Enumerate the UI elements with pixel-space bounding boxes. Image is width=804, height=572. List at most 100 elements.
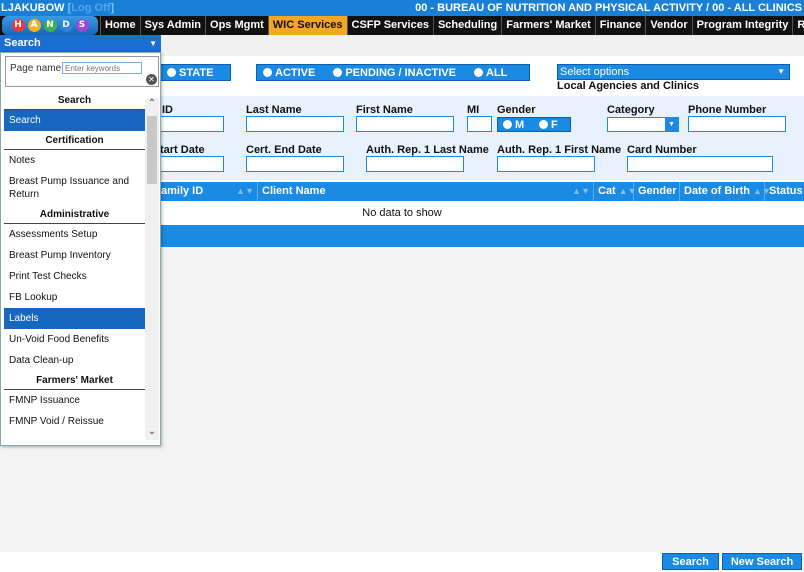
- dropdown-page-item[interactable]: FB Lookup: [4, 287, 145, 308]
- chevron-up-icon[interactable]: ⌃: [145, 98, 159, 112]
- user-info: LJAKUBOW [Log Off]: [1, 0, 114, 16]
- page-search-dropdown-toggle[interactable]: Search ▼: [0, 35, 161, 52]
- main-nav: H A N D S Home Sys Admin Ops Mgmt WIC Servi…: [0, 16, 804, 35]
- status-active-option[interactable]: ACTIVE: [257, 67, 315, 79]
- sort-icon: ▲▼: [572, 186, 590, 196]
- sort-icon: ▲▼: [236, 186, 254, 196]
- dropdown-page-item[interactable]: Search: [4, 110, 145, 131]
- dropdown-page-item[interactable]: Labels: [4, 308, 145, 329]
- logo-letter: D: [59, 19, 73, 32]
- nav-finance[interactable]: Finance: [594, 16, 646, 35]
- dropdown-page-item[interactable]: FMNP Void / Reissue: [4, 411, 145, 432]
- nav-home[interactable]: Home: [100, 16, 140, 35]
- menu-bar: Home Sys Admin Ops Mgmt WIC Services CSFP Se…: [100, 16, 804, 35]
- status-pending-option[interactable]: PENDING / INACTIVE: [327, 67, 456, 79]
- dropdown-scrollbar[interactable]: ⌃ ⌄: [145, 98, 159, 440]
- column-label: Status: [769, 185, 803, 197]
- status-toggle: ACTIVE PENDING / INACTIVE ALL: [256, 64, 530, 81]
- mi-input[interactable]: [467, 116, 492, 132]
- select-options-label: Select options: [560, 66, 630, 78]
- mi-label: MI: [467, 104, 480, 116]
- last-name-input[interactable]: [246, 116, 344, 132]
- auth-rep-first-input[interactable]: [497, 156, 595, 172]
- radio-icon: [333, 68, 343, 77]
- category-select[interactable]: ▼: [607, 117, 679, 132]
- dropdown-page-item[interactable]: Data Clean-up: [4, 350, 145, 371]
- page: LJAKUBOW [Log Off] 00 - BUREAU OF NUTRIT…: [0, 0, 804, 572]
- first-name-input[interactable]: [356, 116, 454, 132]
- dropdown-page-item[interactable]: Print Test Checks: [4, 266, 145, 287]
- clear-icon[interactable]: ✕: [146, 74, 157, 85]
- id-label: ID: [162, 104, 173, 116]
- id-input[interactable]: [160, 116, 224, 132]
- logo-letter: S: [75, 19, 89, 32]
- column-label: Client Name: [262, 185, 326, 197]
- page-name-input[interactable]: [62, 62, 142, 74]
- nav-reports[interactable]: Reports: [792, 16, 804, 35]
- scrollbar-thumb[interactable]: [147, 116, 157, 184]
- column-status[interactable]: Status: [764, 182, 804, 201]
- username: LJAKUBOW: [1, 2, 65, 14]
- radio-icon: [167, 68, 176, 77]
- dropdown-page-item[interactable]: Breast Pump Inventory: [4, 245, 145, 266]
- gender-f-label: F: [551, 118, 558, 131]
- column-gender[interactable]: Gender: [633, 182, 680, 201]
- dropdown-page-item[interactable]: Breast Pump Issuance and Return: [4, 171, 145, 205]
- column-date-of-birth[interactable]: Date of Birth ▲▼: [679, 182, 771, 201]
- dropdown-section-header: Certification: [4, 131, 145, 150]
- chevron-down-icon: ▼: [149, 39, 157, 48]
- status-pending-label: PENDING / INACTIVE: [345, 66, 456, 79]
- column-label: Gender: [638, 185, 677, 197]
- scope-state-label: STATE: [179, 66, 214, 79]
- column-family-id[interactable]: amily ID ▲▼: [156, 182, 258, 201]
- card-number-input[interactable]: [627, 156, 773, 172]
- column-label: Date of Birth: [684, 185, 750, 197]
- hands-logo[interactable]: H A N D S: [2, 16, 98, 35]
- phone-label: Phone Number: [688, 104, 767, 116]
- column-label: Cat: [598, 185, 616, 197]
- dropdown-page-item[interactable]: Un-Void Food Benefits: [4, 329, 145, 350]
- start-date-input[interactable]: [160, 156, 224, 172]
- dropdown-section-header: Administrative: [4, 205, 145, 224]
- page-name-label: Page name:: [10, 63, 64, 74]
- nav-ops-mgmt[interactable]: Ops Mgmt: [205, 16, 268, 35]
- dropdown-page-item[interactable]: Notes: [4, 150, 145, 171]
- nav-farmers-market[interactable]: Farmers' Market: [501, 16, 595, 35]
- nav-sys-admin[interactable]: Sys Admin: [139, 16, 205, 35]
- scope-state-option[interactable]: STATE: [161, 67, 213, 79]
- search-button[interactable]: Search: [662, 553, 719, 570]
- agency-clinic-select[interactable]: Select options ▼: [557, 64, 790, 80]
- nav-program-integrity[interactable]: Program Integrity: [691, 16, 793, 35]
- nav-scheduling[interactable]: Scheduling: [432, 16, 501, 35]
- logo-letter: A: [27, 19, 41, 32]
- new-search-button[interactable]: New Search: [722, 553, 802, 570]
- nav-vendor[interactable]: Vendor: [645, 16, 691, 35]
- cert-end-date-input[interactable]: [246, 156, 344, 172]
- column-label: amily ID: [161, 185, 204, 197]
- gender-f-option[interactable]: F: [534, 119, 570, 131]
- log-off-link[interactable]: Log Off: [71, 2, 110, 14]
- auth-rep-last-input[interactable]: [366, 156, 464, 172]
- nav-csfp-services[interactable]: CSFP Services: [346, 16, 433, 35]
- start-date-label: tart Date: [160, 144, 205, 156]
- chevron-down-icon: ▼: [665, 118, 678, 131]
- gender-label: Gender: [497, 104, 536, 116]
- dropdown-page-item[interactable]: Assessments Setup: [4, 224, 145, 245]
- status-all-option[interactable]: ALL: [468, 67, 507, 79]
- column-cat[interactable]: Cat ▲▼: [593, 182, 637, 201]
- nav-wic-services[interactable]: WIC Services: [267, 16, 347, 35]
- last-name-label: Last Name: [246, 104, 302, 116]
- phone-input[interactable]: [688, 116, 786, 132]
- column-client-name[interactable]: Client Name ▲▼: [257, 182, 594, 201]
- logo-letter: N: [43, 19, 57, 32]
- card-number-label: Card Number: [627, 144, 697, 156]
- status-all-label: ALL: [485, 66, 508, 79]
- chevron-down-icon[interactable]: ⌄: [145, 426, 159, 440]
- dropdown-header-label: Search: [4, 37, 41, 49]
- auth-rep-first-label: Auth. Rep. 1 First Name: [497, 144, 622, 156]
- status-active-label: ACTIVE: [275, 66, 316, 79]
- page-name-filter: Page name: ✕: [5, 56, 159, 87]
- radio-icon: [503, 120, 512, 129]
- dropdown-page-item[interactable]: FMNP Issuance: [4, 390, 145, 411]
- gender-m-option[interactable]: M: [498, 119, 534, 131]
